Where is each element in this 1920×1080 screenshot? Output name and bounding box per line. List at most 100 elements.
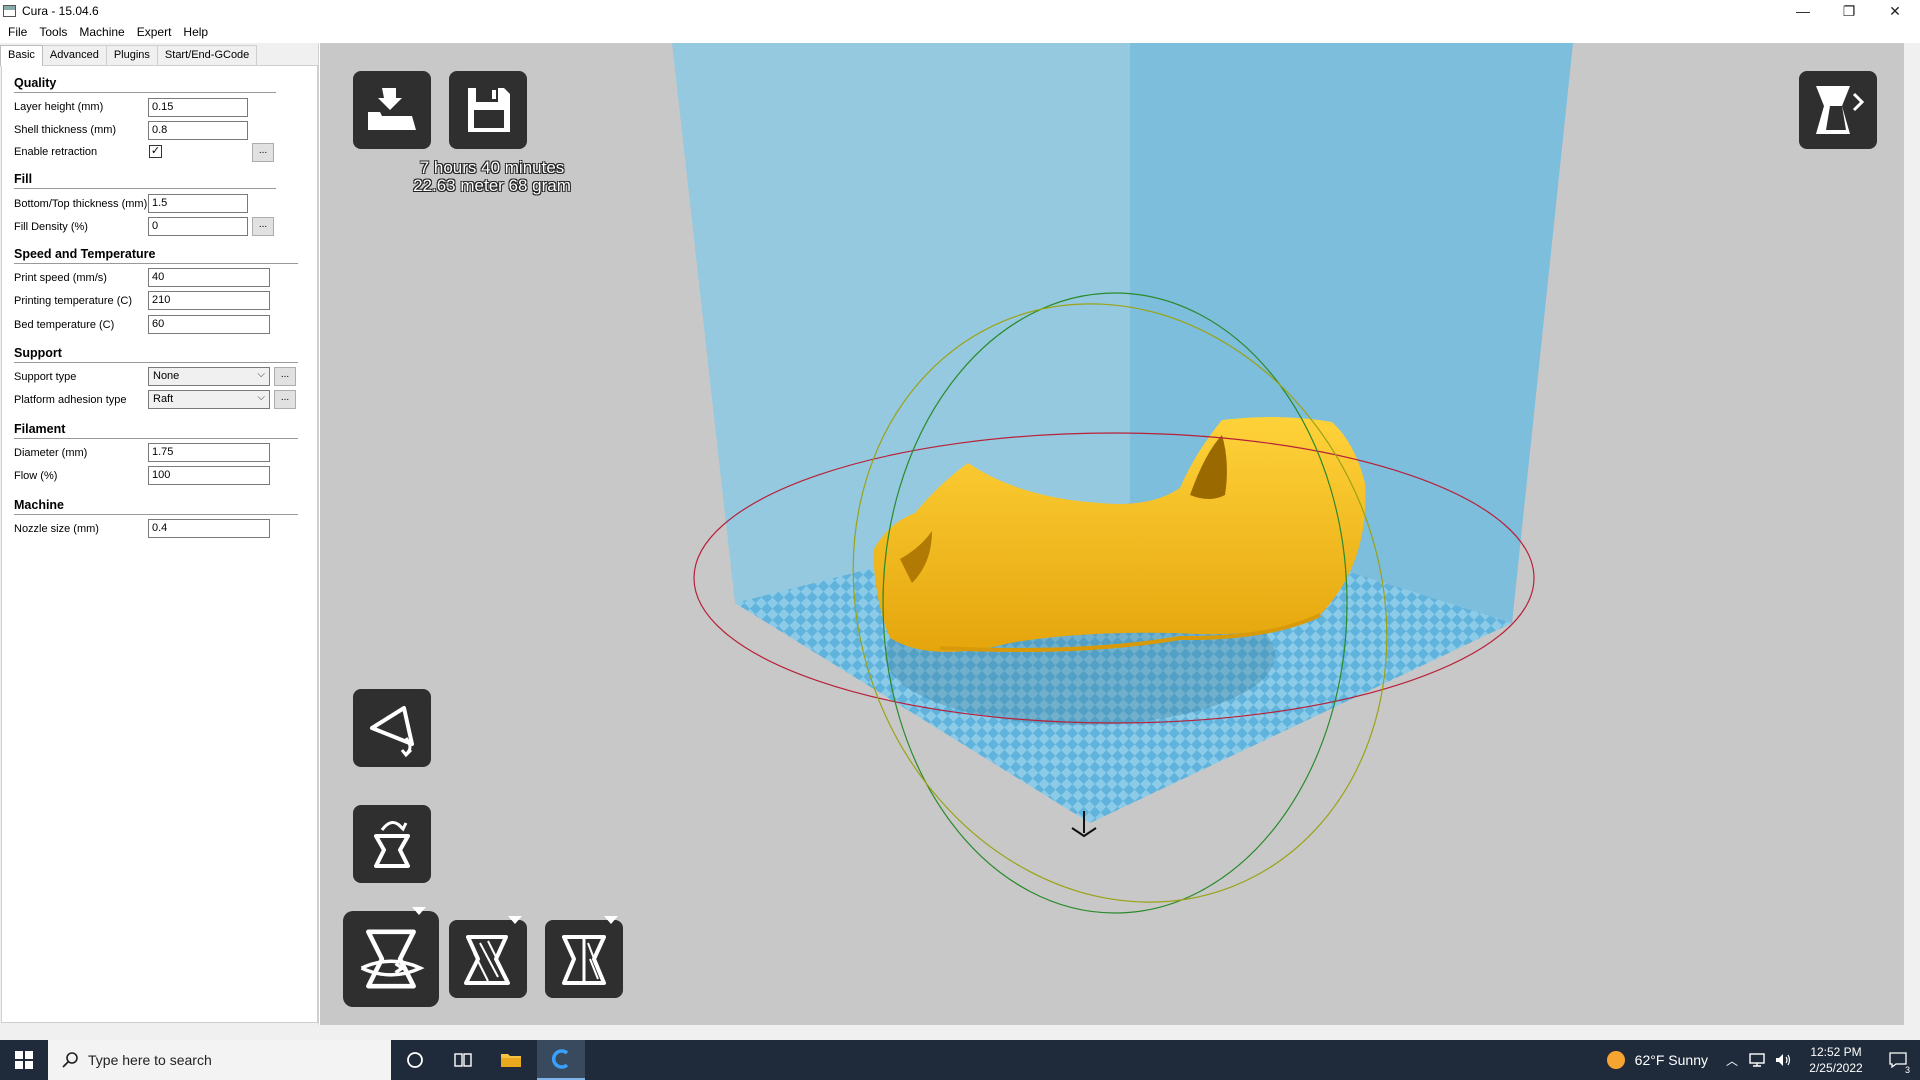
- bed-temperature-label: Bed temperature (C): [14, 319, 115, 331]
- network-icon[interactable]: [1748, 1052, 1766, 1068]
- cortana-button[interactable]: [391, 1040, 439, 1080]
- platform-adhesion-select[interactable]: Raft ⌵: [148, 390, 270, 409]
- folder-open-icon: [368, 88, 416, 130]
- submenu-indicator-icon: [508, 916, 522, 924]
- printing-temperature-input[interactable]: 210: [148, 291, 270, 310]
- clock[interactable]: 12:52 PM 2/25/2022: [1796, 1044, 1876, 1076]
- search-icon: [62, 1052, 78, 1068]
- window-bottom-border: [0, 1025, 1920, 1040]
- diameter-label: Diameter (mm): [14, 447, 88, 459]
- cura-app-icon: [551, 1049, 569, 1069]
- submenu-indicator-icon: [604, 916, 618, 924]
- reset-rotation-icon: [374, 821, 410, 868]
- file-explorer-button[interactable]: [487, 1040, 535, 1080]
- settings-tabs: Basic Advanced Plugins Start/End-GCode: [0, 45, 258, 66]
- section-divider: [14, 263, 298, 264]
- 3d-viewport[interactable]: 7 hours 40 minutes 22.63 meter 68 gram: [320, 43, 1904, 1025]
- section-title-fill: Fill: [14, 172, 33, 186]
- scale-tool-button[interactable]: [449, 920, 527, 998]
- view-mode-button[interactable]: [1799, 71, 1877, 149]
- menu-file[interactable]: File: [2, 22, 33, 43]
- search-placeholder: Type here to search: [88, 1052, 212, 1068]
- section-divider: [14, 438, 298, 439]
- layer-height-input[interactable]: 0.15: [148, 98, 248, 117]
- clock-time: 12:52 PM: [1810, 1045, 1862, 1059]
- folder-icon: [501, 1054, 521, 1067]
- save-disk-icon: [468, 88, 510, 132]
- section-title-filament: Filament: [14, 422, 66, 436]
- flow-input[interactable]: 100: [148, 466, 270, 485]
- system-tray: 62°F Sunny ︿ 12:52 PM 2/25/2022 3: [1605, 1040, 1920, 1080]
- support-settings-button[interactable]: ...: [274, 367, 296, 386]
- menu-bar: File Tools Machine Expert Help: [0, 22, 1920, 43]
- notifications-button[interactable]: 3: [1876, 1040, 1920, 1080]
- title-bar: Cura - 15.04.6 — ❐ ✕: [0, 0, 1920, 22]
- chevron-down-icon: ⌵: [257, 392, 265, 403]
- fill-density-input[interactable]: 0: [148, 217, 248, 236]
- rotate-icon: [360, 929, 425, 989]
- windows-taskbar: Type here to search 62°F Sunny ︿ 12:52 P…: [0, 1040, 1920, 1080]
- volume-icon[interactable]: [1774, 1052, 1792, 1068]
- enable-retraction-checkbox[interactable]: ✓: [149, 145, 162, 158]
- print-time: 7 hours 40 minutes: [419, 158, 565, 177]
- mirror-icon: [562, 935, 606, 985]
- submenu-indicator-icon: [412, 907, 426, 915]
- weather-sun-icon: [1606, 1051, 1625, 1069]
- close-button[interactable]: ✕: [1872, 0, 1918, 22]
- section-title-machine: Machine: [14, 498, 65, 512]
- mirror-tool-button[interactable]: [545, 920, 623, 998]
- task-view-icon: [454, 1053, 472, 1067]
- window-title: Cura - 15.04.6: [22, 4, 99, 18]
- weather-text[interactable]: 62°F Sunny: [1635, 1052, 1708, 1068]
- cura-taskbar-button[interactable]: [537, 1040, 585, 1080]
- shell-thickness-label: Shell thickness (mm): [14, 124, 117, 136]
- view-mode-icon: [1816, 86, 1865, 134]
- adhesion-settings-button[interactable]: ...: [274, 390, 296, 409]
- tab-plugins[interactable]: Plugins: [105, 45, 158, 65]
- restore-button[interactable]: ❐: [1826, 0, 1872, 22]
- reset-rotation-button[interactable]: [353, 805, 431, 883]
- rotate-tool-button[interactable]: [343, 911, 439, 1007]
- section-divider: [14, 514, 298, 515]
- flow-label: Flow (%): [14, 470, 58, 482]
- chevron-down-icon: ⌵: [257, 369, 265, 380]
- section-title-support: Support: [14, 346, 62, 360]
- bottom-top-thickness-input[interactable]: 1.5: [148, 194, 248, 213]
- nozzle-size-label: Nozzle size (mm): [14, 523, 99, 535]
- section-title-quality: Quality: [14, 76, 57, 90]
- nozzle-size-input[interactable]: 0.4: [148, 519, 270, 538]
- menu-tools[interactable]: Tools: [33, 22, 73, 43]
- print-speed-label: Print speed (mm/s): [14, 272, 107, 284]
- notification-count-badge: 3: [1902, 1065, 1912, 1075]
- section-divider: [14, 92, 276, 93]
- tab-start-end-gcode[interactable]: Start/End-GCode: [156, 45, 258, 65]
- tab-advanced[interactable]: Advanced: [41, 45, 107, 65]
- basic-tab-page: Quality Layer height (mm) 0.15 Shell thi…: [1, 65, 318, 1023]
- support-type-select[interactable]: None ⌵: [148, 367, 270, 386]
- menu-machine[interactable]: Machine: [73, 22, 130, 43]
- retraction-settings-button[interactable]: ...: [252, 143, 274, 162]
- save-gcode-button[interactable]: [449, 71, 527, 149]
- minimize-button[interactable]: —: [1780, 0, 1826, 22]
- platform-adhesion-label: Platform adhesion type: [14, 394, 127, 406]
- lay-flat-button[interactable]: [353, 689, 431, 767]
- taskbar-search-box[interactable]: Type here to search: [48, 1040, 391, 1080]
- filament-usage: 22.63 meter 68 gram: [413, 176, 571, 195]
- bed-temperature-input[interactable]: 60: [148, 315, 270, 334]
- start-button[interactable]: [0, 1040, 48, 1080]
- task-view-button[interactable]: [439, 1040, 487, 1080]
- menu-expert[interactable]: Expert: [131, 22, 178, 43]
- right-margin: [1904, 43, 1920, 1025]
- cortana-circle-icon: [407, 1052, 423, 1068]
- diameter-input[interactable]: 1.75: [148, 443, 270, 462]
- printing-temperature-label: Printing temperature (C): [14, 295, 132, 307]
- tab-basic[interactable]: Basic: [0, 45, 43, 66]
- shell-thickness-input[interactable]: 0.8: [148, 121, 248, 140]
- fill-settings-button[interactable]: ...: [252, 217, 274, 236]
- print-speed-input[interactable]: 40: [148, 268, 270, 287]
- lay-flat-icon: [370, 706, 414, 758]
- show-hidden-icons-chevron-icon[interactable]: ︿: [1726, 1052, 1738, 1069]
- bottom-top-thickness-label: Bottom/Top thickness (mm): [14, 198, 148, 210]
- menu-help[interactable]: Help: [177, 22, 214, 43]
- load-model-button[interactable]: [353, 71, 431, 149]
